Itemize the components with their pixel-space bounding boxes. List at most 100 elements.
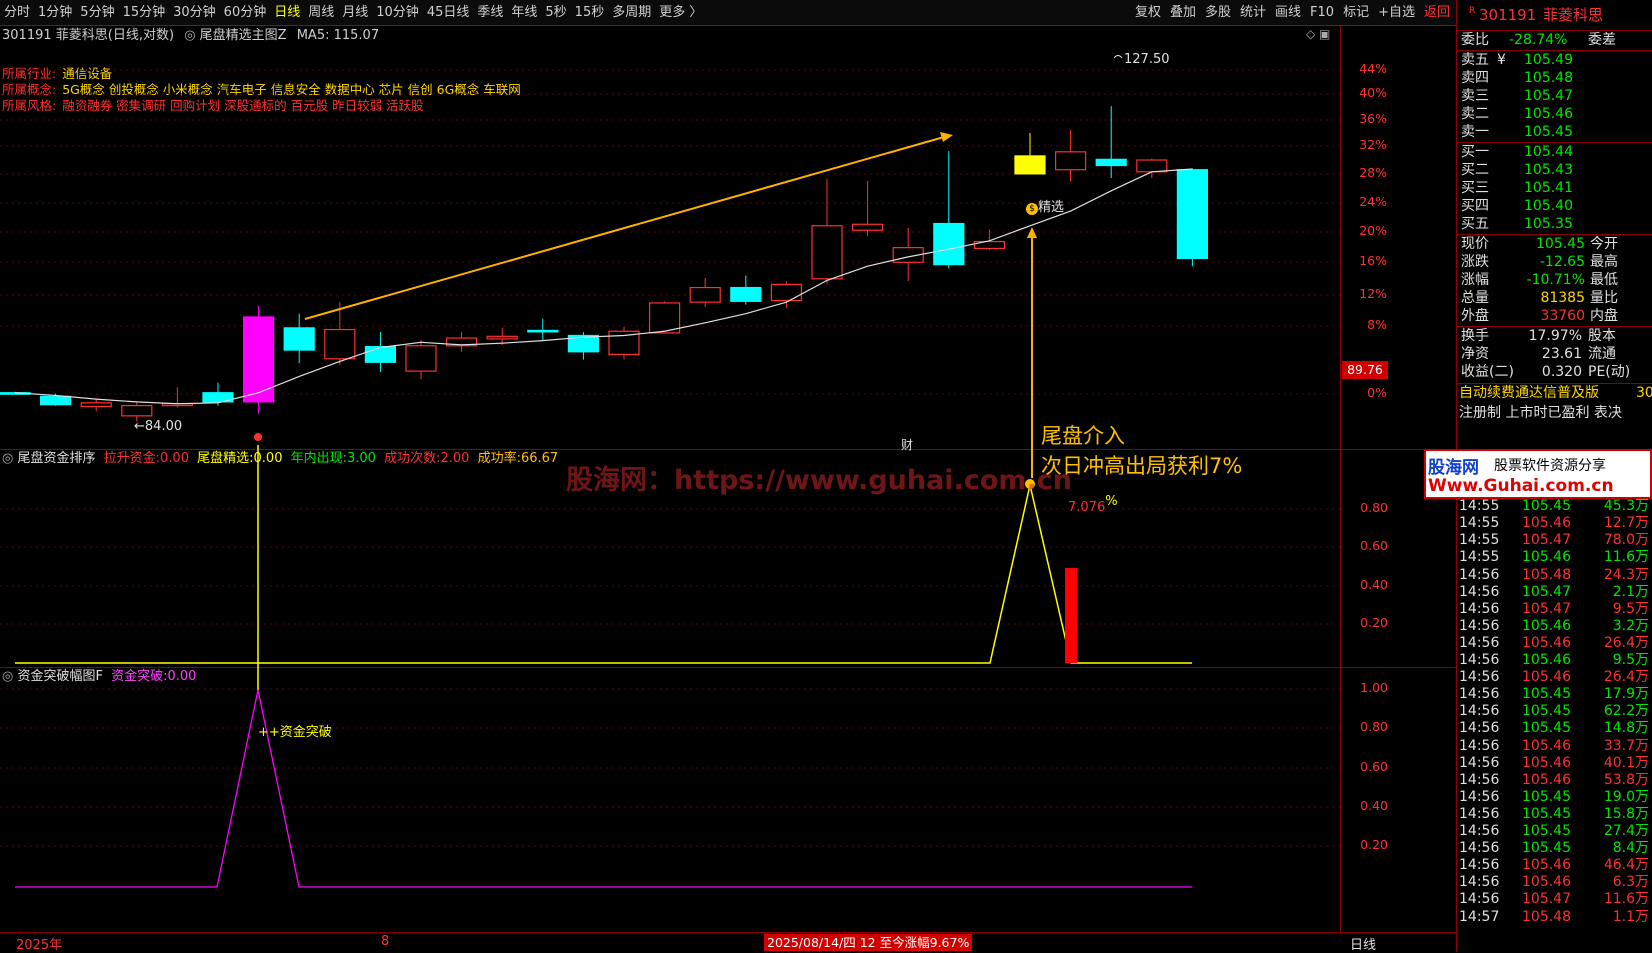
- pane3-label-1: 资金突破:: [111, 669, 168, 684]
- candle-body: [933, 222, 965, 266]
- quote-row: 涨跌 -12.65 最高: [1461, 254, 1618, 270]
- pct-tick-label: 12%: [1359, 286, 1387, 301]
- candle-body: [1095, 158, 1127, 167]
- tick-row: 14:56 105.45 15.8万: [1459, 805, 1649, 822]
- candle-body: [811, 225, 843, 280]
- ask-row: 卖三 105.47: [1461, 88, 1573, 104]
- tick-row: 14:56 105.45 14.8万: [1459, 720, 1649, 737]
- bid-row: 买三 105.41: [1461, 180, 1573, 196]
- candle-body: [486, 335, 518, 340]
- ask-row: 卖二 105.46: [1461, 106, 1573, 122]
- weibi-row: 委比 -28.74% 委差: [1461, 32, 1616, 48]
- pane2-header: ◎ 尾盘资金排序 拉升资金:0.00 尾盘精选:0.00 年内出现:3.00 成…: [2, 450, 558, 468]
- candle-body: [39, 395, 72, 406]
- date-info: 2025/08/14/四 12 至今涨幅9.67%: [764, 934, 973, 951]
- candle-body: [689, 286, 721, 303]
- tick-row: 14:56 105.46 26.4万: [1459, 634, 1649, 651]
- ad-brand: 股海网: [1428, 458, 1479, 478]
- pane3-collapse-icon[interactable]: ◎: [2, 669, 13, 684]
- pct-tick-label: 16%: [1359, 253, 1387, 268]
- candle-body: [1136, 159, 1168, 173]
- annotation-title: 尾盘介入: [1041, 424, 1125, 448]
- pct-tick-label: 0%: [1367, 385, 1387, 400]
- candle-body: [730, 286, 762, 302]
- price-tag: 89.76: [1342, 361, 1388, 379]
- tick-row: 14:57 105.48 1.1万: [1459, 908, 1649, 925]
- candle-body: [80, 402, 112, 408]
- start-marker: [254, 433, 262, 441]
- pane2-tick-label: 0.60: [1360, 538, 1388, 553]
- pane2-label-4: 成功次数:: [384, 451, 441, 466]
- pane3-tick-label: 0.60: [1360, 759, 1388, 774]
- pct-tick-label: 36%: [1359, 111, 1387, 126]
- tick-row: 14:56 105.45 17.9万: [1459, 686, 1649, 703]
- ask-row: 卖四 105.48: [1461, 70, 1573, 86]
- pane3-title[interactable]: 资金突破幅图F: [17, 669, 102, 684]
- tick-row: 14:56 105.45 27.4万: [1459, 823, 1649, 839]
- coin-icon: $: [1026, 203, 1038, 215]
- tick-row: 14:56 105.46 26.4万: [1459, 669, 1649, 686]
- year-label: 2025年: [16, 938, 63, 953]
- pane3-tick-label: 1.00: [1360, 680, 1388, 695]
- quote-row: 现价 105.45 今开: [1461, 236, 1618, 252]
- pane2-value-4: 2.00: [440, 451, 470, 466]
- breakout-signal-label: ++资金突破: [258, 725, 332, 740]
- bid-row: 买五 105.35: [1461, 216, 1573, 232]
- pane2-value-5: 66.67: [520, 451, 559, 466]
- pane2-value-3: 3.00: [347, 451, 376, 466]
- pane2-label-5: 成功率:: [477, 451, 521, 466]
- quote-row: 外盘 33760 内盘: [1461, 308, 1618, 324]
- tick-row: 14:55 105.47 78.0万: [1459, 532, 1649, 549]
- pct-tick-label: 32%: [1359, 137, 1387, 152]
- trend-arrow-head: [940, 132, 953, 142]
- pct-tick-label: 20%: [1359, 223, 1387, 238]
- tick-row: 14:56 105.46 9.5万: [1459, 652, 1649, 668]
- high-price-label: 127.50: [1124, 52, 1170, 67]
- watermark: 股海网：https://www.guhai.com.cn: [566, 465, 1072, 496]
- bid-row: 买一 105.44: [1461, 144, 1573, 160]
- candle-body: [405, 345, 437, 372]
- tick-row: 14:56 105.45 8.4万: [1459, 840, 1649, 857]
- tick-row: 14:56 105.45 62.2万: [1459, 703, 1649, 720]
- promo-row[interactable]: 自动续费通达信普及版 30: [1457, 384, 1652, 403]
- pane3-value-1: 0.00: [167, 669, 197, 684]
- ask-row: 卖五 ¥105.49: [1461, 52, 1573, 68]
- pane2-value-2: 0.00: [253, 451, 283, 466]
- month-label: 8: [381, 934, 390, 949]
- signal-arrow-head: [1027, 227, 1037, 238]
- candle-body: [770, 283, 803, 302]
- candle-body: [1176, 169, 1209, 260]
- candle-body: [283, 327, 315, 351]
- pane2-collapse-icon[interactable]: ◎: [2, 451, 13, 466]
- date-axis: 2025年 8 2025/08/14/四 12 至今涨幅9.67% 日线: [0, 932, 1456, 953]
- pane2-title[interactable]: 尾盘资金排序: [17, 451, 95, 466]
- candle-body: [121, 404, 153, 417]
- tick-row: 14:55 105.45 45.3万: [1459, 498, 1649, 515]
- pane3-tick-label: 0.80: [1360, 719, 1388, 734]
- stock-name: 菲菱科思: [1543, 6, 1604, 24]
- ad-url: Www.Guhai.com.cn: [1428, 476, 1614, 496]
- pane2-tick-label: 0.40: [1360, 577, 1388, 592]
- pane3-breakout-line: [15, 689, 1192, 888]
- trend-arrow: [304, 136, 945, 320]
- tick-row: 14:56 105.47 2.1万: [1459, 583, 1649, 600]
- fin-row: 换手 17.97% 股本: [1461, 328, 1616, 344]
- pct-gain-label: 7.076%: [1068, 494, 1118, 515]
- signal-label: $ 精选: [1026, 196, 1064, 215]
- pane3-tick-label: 0.40: [1360, 798, 1388, 813]
- candle-body: [324, 328, 356, 360]
- tick-row: 14:56 105.46 3.2万: [1459, 617, 1649, 634]
- pane2-label-2: 尾盘精选:: [197, 451, 254, 466]
- tick-row: 14:56 105.48 24.3万: [1459, 566, 1649, 583]
- r-badge: R: [1469, 6, 1476, 16]
- pane2-value-1: 0.00: [160, 451, 189, 466]
- candle-body: [364, 346, 396, 363]
- candle-body: [1054, 151, 1087, 171]
- finance-marker[interactable]: 财: [901, 436, 913, 453]
- period-label: 日线: [1350, 938, 1377, 953]
- candle-body: [1014, 155, 1046, 175]
- ad-banner[interactable]: 股海网 股票软件资源分享 Www.Guhai.com.cn: [1424, 449, 1652, 499]
- pane3-tick-label: 0.20: [1360, 837, 1388, 852]
- tick-row: 14:56 105.46 6.3万: [1459, 874, 1649, 891]
- pane2-tick-label: 0.20: [1360, 615, 1388, 630]
